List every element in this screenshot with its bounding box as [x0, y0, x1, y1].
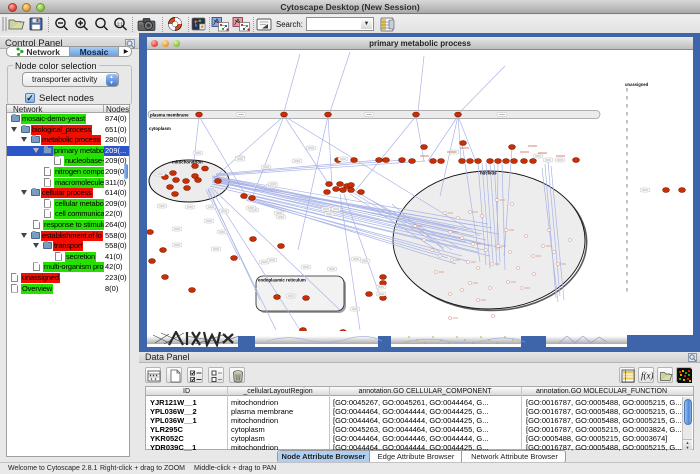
svg-text:mitochondrion: mitochondrion [172, 160, 203, 165]
svg-text:unassigned: unassigned [625, 82, 649, 87]
svg-text:cytoplasm: cytoplasm [149, 126, 171, 131]
svg-text:f(x): f(x) [641, 371, 653, 381]
svg-text:nucleus: nucleus [480, 171, 497, 176]
svg-text:1:1: 1:1 [117, 21, 124, 26]
svg-text:endoplasmic reticulum: endoplasmic reticulum [258, 278, 306, 283]
svg-text:plasma membrane: plasma membrane [150, 113, 189, 118]
